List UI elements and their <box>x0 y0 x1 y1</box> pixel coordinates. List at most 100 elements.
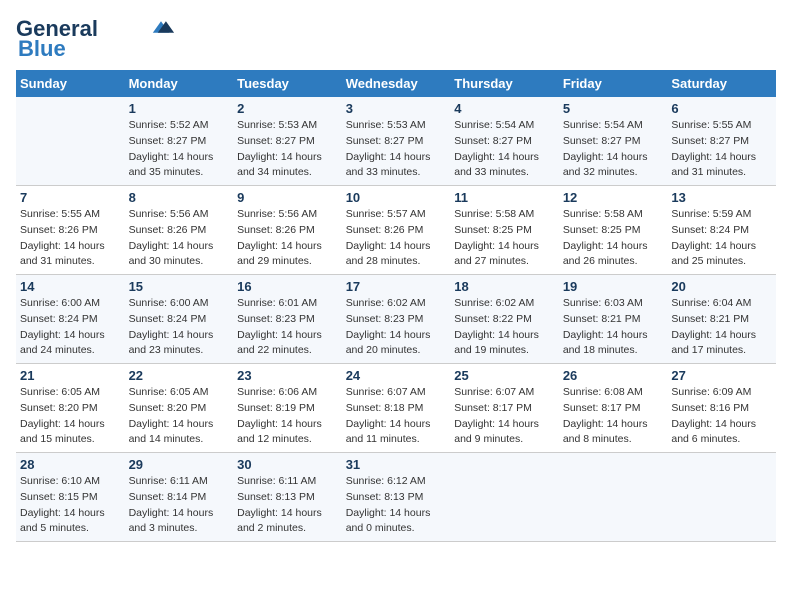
calendar-table: SundayMondayTuesdayWednesdayThursdayFrid… <box>16 70 776 542</box>
header-cell-sunday: Sunday <box>16 70 125 97</box>
header-cell-thursday: Thursday <box>450 70 559 97</box>
calendar-cell: 14 Sunrise: 6:00 AMSunset: 8:24 PMDayligh… <box>16 275 125 364</box>
day-number: 26 <box>563 368 664 383</box>
header-row: SundayMondayTuesdayWednesdayThursdayFrid… <box>16 70 776 97</box>
header-cell-saturday: Saturday <box>667 70 776 97</box>
day-detail: Sunrise: 5:54 AMSunset: 8:27 PMDaylight:… <box>563 118 664 181</box>
week-row-1: 7 Sunrise: 5:55 AMSunset: 8:26 PMDaylight… <box>16 186 776 275</box>
day-number: 11 <box>454 190 555 205</box>
calendar-cell: 28 Sunrise: 6:10 AMSunset: 8:15 PMDayligh… <box>16 453 125 542</box>
day-detail: Sunrise: 6:02 AMSunset: 8:22 PMDaylight:… <box>454 296 555 359</box>
day-number: 20 <box>671 279 772 294</box>
day-detail: Sunrise: 5:58 AMSunset: 8:25 PMDaylight:… <box>454 207 555 270</box>
header: General Blue <box>16 16 776 62</box>
calendar-cell: 5 Sunrise: 5:54 AMSunset: 8:27 PMDaylight… <box>559 97 668 186</box>
logo-icon <box>146 18 176 36</box>
day-detail: Sunrise: 6:03 AMSunset: 8:21 PMDaylight:… <box>563 296 664 359</box>
day-detail: Sunrise: 5:55 AMSunset: 8:26 PMDaylight:… <box>20 207 121 270</box>
calendar-cell: 31 Sunrise: 6:12 AMSunset: 8:13 PMDayligh… <box>342 453 451 542</box>
calendar-cell: 20 Sunrise: 6:04 AMSunset: 8:21 PMDayligh… <box>667 275 776 364</box>
day-number: 15 <box>129 279 230 294</box>
calendar-cell: 25 Sunrise: 6:07 AMSunset: 8:17 PMDayligh… <box>450 364 559 453</box>
day-number: 21 <box>20 368 121 383</box>
calendar-body: 1 Sunrise: 5:52 AMSunset: 8:27 PMDaylight… <box>16 97 776 542</box>
day-detail: Sunrise: 6:04 AMSunset: 8:21 PMDaylight:… <box>671 296 772 359</box>
calendar-cell: 19 Sunrise: 6:03 AMSunset: 8:21 PMDayligh… <box>559 275 668 364</box>
day-number: 14 <box>20 279 121 294</box>
calendar-cell: 13 Sunrise: 5:59 AMSunset: 8:24 PMDayligh… <box>667 186 776 275</box>
day-detail: Sunrise: 6:00 AMSunset: 8:24 PMDaylight:… <box>129 296 230 359</box>
calendar-cell: 21 Sunrise: 6:05 AMSunset: 8:20 PMDayligh… <box>16 364 125 453</box>
calendar-cell: 7 Sunrise: 5:55 AMSunset: 8:26 PMDaylight… <box>16 186 125 275</box>
logo: General Blue <box>16 16 176 62</box>
day-detail: Sunrise: 5:54 AMSunset: 8:27 PMDaylight:… <box>454 118 555 181</box>
day-detail: Sunrise: 5:52 AMSunset: 8:27 PMDaylight:… <box>129 118 230 181</box>
calendar-header: SundayMondayTuesdayWednesdayThursdayFrid… <box>16 70 776 97</box>
calendar-cell: 30Sunrise: 6:11 AMSunset: 8:13 PMDayligh… <box>233 453 342 542</box>
calendar-cell: 8 Sunrise: 5:56 AMSunset: 8:26 PMDaylight… <box>125 186 234 275</box>
header-cell-wednesday: Wednesday <box>342 70 451 97</box>
calendar-cell: 26 Sunrise: 6:08 AMSunset: 8:17 PMDayligh… <box>559 364 668 453</box>
day-detail: Sunrise: 6:10 AMSunset: 8:15 PMDaylight:… <box>20 474 121 537</box>
day-detail: Sunrise: 5:56 AMSunset: 8:26 PMDaylight:… <box>129 207 230 270</box>
calendar-cell: 2 Sunrise: 5:53 AMSunset: 8:27 PMDaylight… <box>233 97 342 186</box>
calendar-cell: 9Sunrise: 5:56 AMSunset: 8:26 PMDaylight… <box>233 186 342 275</box>
day-detail: Sunrise: 6:08 AMSunset: 8:17 PMDaylight:… <box>563 385 664 448</box>
day-number: 3 <box>346 101 447 116</box>
day-number: 16 <box>237 279 338 294</box>
day-number: 8 <box>129 190 230 205</box>
day-detail: Sunrise: 6:05 AMSunset: 8:20 PMDaylight:… <box>129 385 230 448</box>
day-detail: Sunrise: 6:12 AMSunset: 8:13 PMDaylight:… <box>346 474 447 537</box>
calendar-cell: 15 Sunrise: 6:00 AMSunset: 8:24 PMDayligh… <box>125 275 234 364</box>
week-row-0: 1 Sunrise: 5:52 AMSunset: 8:27 PMDaylight… <box>16 97 776 186</box>
day-number: 28 <box>20 457 121 472</box>
day-number: 22 <box>129 368 230 383</box>
calendar-cell <box>667 453 776 542</box>
week-row-4: 28 Sunrise: 6:10 AMSunset: 8:15 PMDayligh… <box>16 453 776 542</box>
day-number: 18 <box>454 279 555 294</box>
day-detail: Sunrise: 5:59 AMSunset: 8:24 PMDaylight:… <box>671 207 772 270</box>
calendar-cell: 27 Sunrise: 6:09 AMSunset: 8:16 PMDayligh… <box>667 364 776 453</box>
day-number: 19 <box>563 279 664 294</box>
calendar-cell: 11 Sunrise: 5:58 AMSunset: 8:25 PMDayligh… <box>450 186 559 275</box>
day-detail: Sunrise: 5:57 AMSunset: 8:26 PMDaylight:… <box>346 207 447 270</box>
week-row-3: 21 Sunrise: 6:05 AMSunset: 8:20 PMDayligh… <box>16 364 776 453</box>
calendar-cell: 23Sunrise: 6:06 AMSunset: 8:19 PMDayligh… <box>233 364 342 453</box>
day-number: 7 <box>20 190 121 205</box>
day-number: 13 <box>671 190 772 205</box>
calendar-cell: 12Sunrise: 5:58 AMSunset: 8:25 PMDayligh… <box>559 186 668 275</box>
day-detail: Sunrise: 6:11 AMSunset: 8:14 PMDaylight:… <box>129 474 230 537</box>
calendar-cell: 4Sunrise: 5:54 AMSunset: 8:27 PMDaylight… <box>450 97 559 186</box>
logo-blue: Blue <box>18 36 66 62</box>
day-number: 25 <box>454 368 555 383</box>
day-number: 24 <box>346 368 447 383</box>
day-number: 1 <box>129 101 230 116</box>
header-cell-monday: Monday <box>125 70 234 97</box>
day-detail: Sunrise: 5:55 AMSunset: 8:27 PMDaylight:… <box>671 118 772 181</box>
calendar-cell: 3 Sunrise: 5:53 AMSunset: 8:27 PMDaylight… <box>342 97 451 186</box>
day-detail: Sunrise: 6:09 AMSunset: 8:16 PMDaylight:… <box>671 385 772 448</box>
calendar-cell: 6Sunrise: 5:55 AMSunset: 8:27 PMDaylight… <box>667 97 776 186</box>
day-detail: Sunrise: 5:53 AMSunset: 8:27 PMDaylight:… <box>346 118 447 181</box>
day-detail: Sunrise: 5:53 AMSunset: 8:27 PMDaylight:… <box>237 118 338 181</box>
day-detail: Sunrise: 6:05 AMSunset: 8:20 PMDaylight:… <box>20 385 121 448</box>
calendar-cell: 22 Sunrise: 6:05 AMSunset: 8:20 PMDayligh… <box>125 364 234 453</box>
day-detail: Sunrise: 6:11 AMSunset: 8:13 PMDaylight:… <box>237 474 338 537</box>
day-number: 5 <box>563 101 664 116</box>
header-cell-tuesday: Tuesday <box>233 70 342 97</box>
day-number: 29 <box>129 457 230 472</box>
day-number: 17 <box>346 279 447 294</box>
day-detail: Sunrise: 5:56 AMSunset: 8:26 PMDaylight:… <box>237 207 338 270</box>
day-detail: Sunrise: 6:00 AMSunset: 8:24 PMDaylight:… <box>20 296 121 359</box>
calendar-cell: 17Sunrise: 6:02 AMSunset: 8:23 PMDayligh… <box>342 275 451 364</box>
day-detail: Sunrise: 6:07 AMSunset: 8:18 PMDaylight:… <box>346 385 447 448</box>
day-detail: Sunrise: 6:07 AMSunset: 8:17 PMDaylight:… <box>454 385 555 448</box>
calendar-cell <box>559 453 668 542</box>
day-number: 10 <box>346 190 447 205</box>
day-number: 27 <box>671 368 772 383</box>
week-row-2: 14 Sunrise: 6:00 AMSunset: 8:24 PMDayligh… <box>16 275 776 364</box>
header-cell-friday: Friday <box>559 70 668 97</box>
day-number: 2 <box>237 101 338 116</box>
day-number: 31 <box>346 457 447 472</box>
calendar-cell: 16Sunrise: 6:01 AMSunset: 8:23 PMDayligh… <box>233 275 342 364</box>
